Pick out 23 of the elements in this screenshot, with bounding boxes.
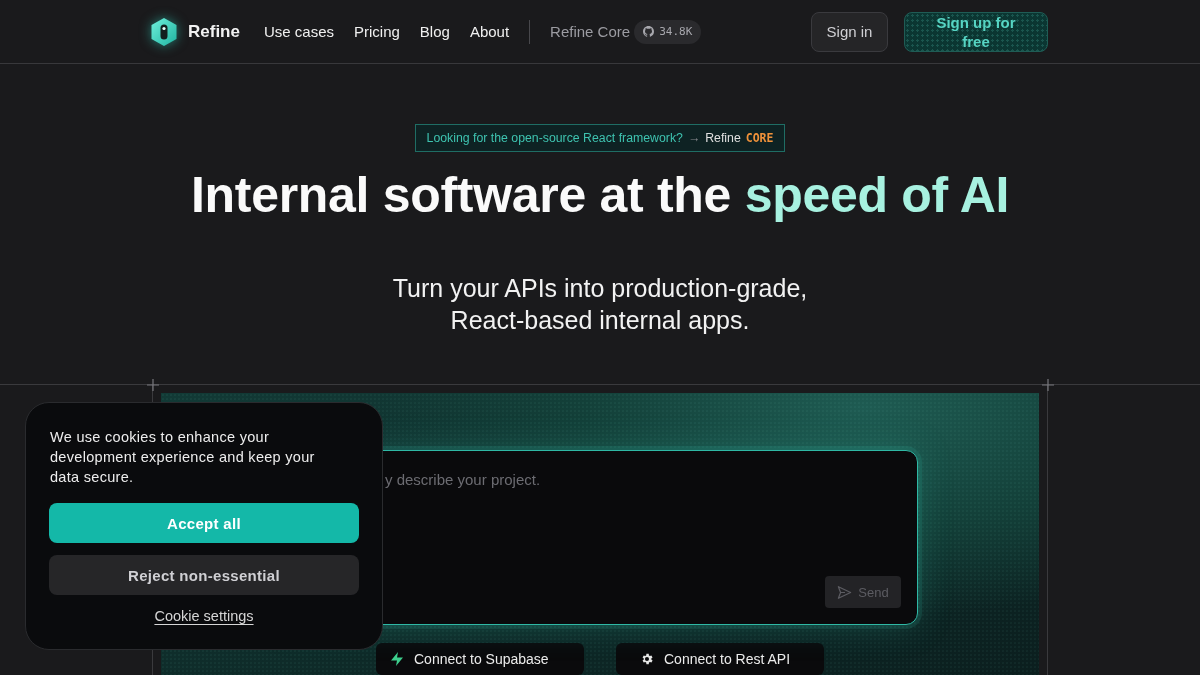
nav-link[interactable]: Refine Core [550, 23, 631, 40]
brand-name[interactable]: Refine [188, 21, 240, 42]
hero-title: Internal software at the speed of AI [190, 167, 1010, 223]
logo-icon[interactable] [150, 16, 178, 47]
nav-link[interactable]: Use cases [263, 23, 334, 40]
nav-link[interactable]: About [469, 23, 510, 40]
send-icon [837, 584, 853, 600]
connect-button[interactable]: Connect to Supabase [376, 643, 584, 675]
gear-icon [640, 652, 654, 666]
nav-link[interactable]: Pricing [354, 23, 400, 40]
announcement-link[interactable]: Looking for the open-source React framework? → Refine CORE [414, 124, 786, 152]
sign-in-button[interactable]: Sign in [811, 11, 888, 52]
nav-link[interactable]: Blog [419, 23, 450, 40]
stars-badge[interactable]: 34.8K [634, 19, 702, 44]
reject-button[interactable]: Reject non-essential [49, 555, 359, 595]
sign-up-button[interactable]: Sign up for free [904, 11, 1048, 52]
hero-subtitle: Turn your APIs into production-grade, React-based internal apps. [392, 273, 808, 336]
plus-icon [147, 379, 159, 391]
bolt-icon [390, 652, 404, 666]
connect-button[interactable]: Connect to Rest API [616, 643, 824, 675]
plus-icon [1042, 379, 1054, 391]
github-icon [643, 26, 655, 37]
cookie-settings-link[interactable]: Cookie settings [154, 608, 254, 624]
